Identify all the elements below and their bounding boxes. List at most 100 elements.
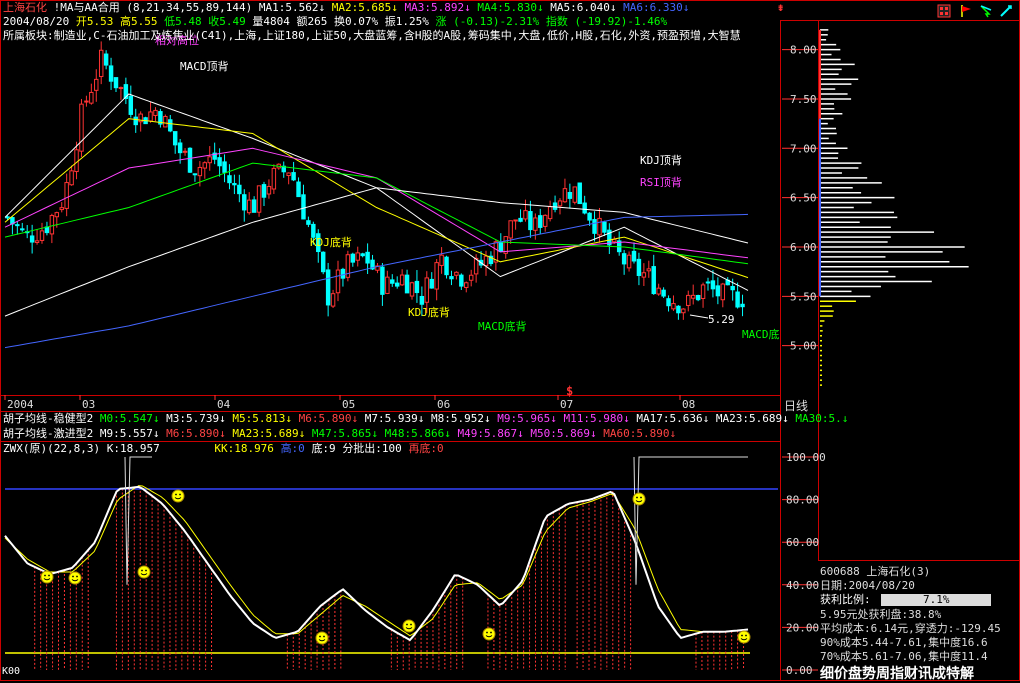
down-arrow-icon[interactable]: ⇟ (777, 0, 784, 14)
candle-body (118, 87, 124, 90)
time-axis-label: 06 (437, 398, 450, 411)
smiley-face (402, 619, 416, 633)
candle-body (528, 211, 533, 231)
panel-profit-value: 7.1% (923, 593, 950, 606)
smiley-eye (319, 635, 321, 638)
candle-body (222, 161, 227, 173)
ma-value-item: MA3:5.892↓ (397, 1, 471, 14)
candle-body (390, 279, 395, 284)
ma-value-item: MA5:6.040↓ (543, 1, 617, 14)
smiley-icon (40, 570, 54, 584)
bottom-left-label: K00 (2, 666, 21, 677)
candle-body (518, 217, 523, 222)
candle-body (671, 303, 676, 310)
candle-body (296, 181, 301, 198)
smiley-icon (632, 492, 646, 506)
zwx-points: 分批出:100 (342, 442, 402, 455)
candle-body (666, 298, 671, 307)
cursor-tool-icon[interactable] (979, 4, 993, 18)
candle-body (217, 157, 222, 167)
time-axis-suffix: 日线 (784, 399, 808, 413)
smiley-eye (636, 496, 638, 499)
candle-body (266, 185, 272, 195)
osc-axis-label: 60.00 (786, 536, 819, 549)
candle-body (661, 289, 666, 297)
row1-item: MA30:5.↓ (788, 412, 849, 425)
candle-body (227, 175, 232, 184)
candle-body (533, 217, 538, 231)
ma-line-ma6 (4, 213, 749, 349)
smiley-face (737, 630, 751, 644)
candle-body (547, 206, 553, 220)
candle-body (34, 240, 40, 243)
smiley-eye (141, 569, 143, 572)
low-marker-line (689, 314, 709, 319)
profit-bar: 7.1% (881, 593, 992, 606)
time-axis-label: 08 (682, 398, 695, 411)
price-axis-label: 5.50 (790, 290, 817, 303)
candle-body (409, 282, 415, 297)
candles (5, 41, 745, 320)
smiley-face (171, 489, 185, 503)
ma-line-ma1 (4, 93, 749, 291)
row1-title[interactable]: 胡子均线-稳健型2 (3, 412, 93, 425)
ma-value-item: MA6:6.330↓ (616, 1, 690, 14)
candle-body (621, 253, 627, 265)
candle-body (577, 182, 582, 205)
row2-item: MA23:5.689↓ (225, 427, 306, 440)
indicator-title[interactable]: !MA与AA合用 (54, 1, 120, 14)
candle-body (681, 308, 686, 314)
time-axis: 2004 03 04 05 06 07 08 日线 (4, 395, 808, 413)
candle-body (473, 257, 479, 275)
panel-profit-label: 获利比例: (820, 593, 871, 606)
smiley-eye (410, 623, 412, 626)
draw-tool-icon[interactable] (999, 4, 1013, 18)
indicator-params: (8,21,34,55,89,144) (126, 1, 253, 14)
panel-footer[interactable]: 细价盘势周指财讯成特解 (820, 663, 974, 683)
candle-body (94, 78, 99, 91)
flag-icon[interactable] (959, 4, 973, 18)
candle-body (301, 194, 306, 220)
price-axis-label: 7.00 (790, 142, 817, 155)
row1-item: M11:5.980↓ (556, 412, 630, 425)
row2-item: M50:5.869↓ (523, 427, 597, 440)
row2-title[interactable]: 胡子均线-激进型2 (3, 427, 93, 440)
candle-body (20, 228, 25, 231)
stock-name[interactable]: 上海石化 (3, 1, 47, 14)
candle-body (246, 199, 252, 214)
candle-body (404, 274, 410, 294)
quote-volume: 量4804 (252, 15, 290, 28)
indicator-row-2: 胡子均线-激进型2 M9:5.557↓ M6:5.890↓ MA23:5.689… (3, 427, 676, 441)
candle-body (340, 268, 346, 279)
zwx-low: 底:9 (311, 442, 336, 455)
candle-body (108, 65, 114, 82)
row2-item: M49:5.867↓ (450, 427, 524, 440)
candle-body (271, 167, 277, 190)
zwx-top: 再底:0 (408, 442, 444, 455)
price-axis-label: 5.00 (790, 340, 817, 353)
candle-body (335, 269, 341, 294)
candle-body (168, 119, 173, 132)
row2-item: M47:5.865↓ (305, 427, 379, 440)
smiley-eye (175, 493, 177, 496)
price-axis-label: 6.50 (790, 192, 817, 205)
candle-body (686, 294, 691, 306)
quote-change: 涨 (-0.13)-2.31% (435, 15, 540, 28)
chart-annotation: MACD底背 (478, 319, 527, 333)
quote-index: 指数 (-19.92)-1.46% (545, 15, 668, 28)
smiley-eye (741, 634, 743, 637)
smiley-eye (406, 623, 408, 626)
grid-icon[interactable] (937, 4, 951, 18)
candle-body (360, 253, 365, 257)
candle-body (562, 188, 568, 203)
zwx-title[interactable]: ZWX(原)(22,8,3) (3, 442, 100, 455)
osc-axis-label: 40.00 (786, 579, 819, 592)
zwx-high: 高:0 (280, 442, 305, 455)
candle-body (242, 194, 247, 211)
row1-item: M7:5.939↓ (358, 412, 425, 425)
candle-body (464, 282, 469, 288)
candle-body (567, 191, 573, 199)
candle-body (552, 202, 558, 210)
row2-item: M48:5.866↓ (378, 427, 451, 440)
candle-body (29, 235, 35, 243)
